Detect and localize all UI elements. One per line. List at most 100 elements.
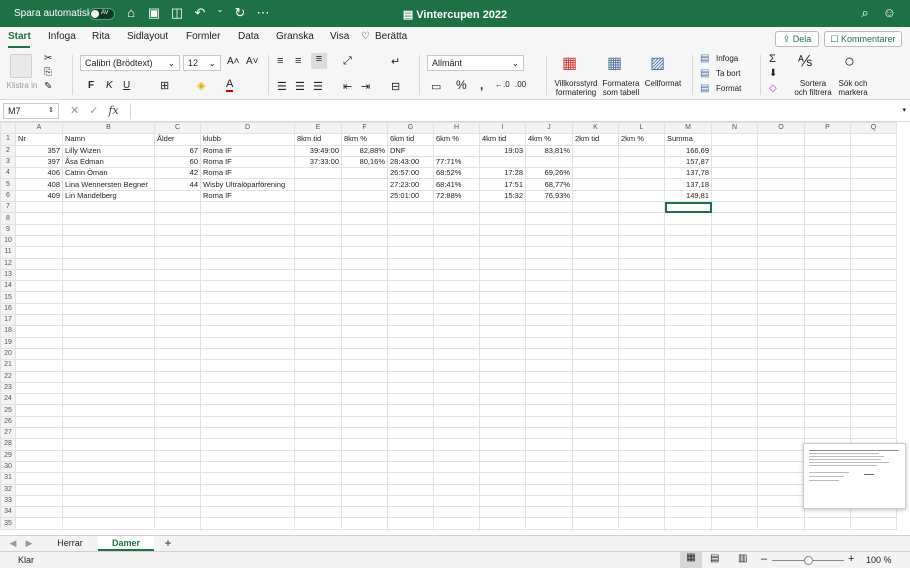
cell-h18[interactable] (433, 325, 480, 338)
cell-l5[interactable] (618, 178, 665, 191)
cell-c21[interactable] (154, 359, 201, 372)
cell-h25[interactable] (433, 404, 480, 417)
cell-l1[interactable]: 2km % (618, 133, 665, 146)
cell-a8[interactable] (15, 212, 63, 225)
cell-a17[interactable] (15, 314, 63, 327)
cell-d17[interactable] (200, 314, 295, 327)
function-icon[interactable]: fx (108, 104, 118, 117)
cell-q5[interactable] (850, 178, 897, 191)
comma-icon[interactable]: , (480, 78, 483, 92)
cell-q14[interactable] (850, 280, 897, 293)
cell-h8[interactable] (433, 212, 480, 225)
cell-n19[interactable] (711, 336, 758, 349)
cell-f10[interactable] (341, 234, 388, 248)
cell-e16[interactable] (294, 302, 342, 316)
cell-e32[interactable] (294, 483, 342, 496)
cell-h7[interactable] (433, 201, 480, 214)
align-middle-icon[interactable]: ≡ (295, 55, 301, 67)
cell-m22[interactable] (664, 370, 712, 383)
cell-d4[interactable]: Roma IF (200, 167, 295, 180)
row-header[interactable]: 1 (0, 133, 16, 146)
cell-b30[interactable] (62, 460, 155, 474)
cell-d9[interactable] (200, 223, 295, 236)
cut-icon[interactable]: ✂ (44, 53, 52, 64)
cell-l30[interactable] (618, 460, 665, 474)
cell-m25[interactable] (664, 404, 712, 417)
cell-c16[interactable] (154, 302, 201, 316)
cell-a10[interactable] (15, 234, 63, 248)
cell-d13[interactable] (200, 268, 295, 282)
cell-p7[interactable] (804, 201, 851, 214)
cell-l9[interactable] (618, 223, 665, 236)
format-cells-label[interactable]: Format (716, 84, 741, 93)
cell-k17[interactable] (572, 314, 619, 327)
cell-h5[interactable]: 68:41% (433, 178, 480, 191)
cell-p4[interactable] (804, 167, 851, 180)
cell-k2[interactable] (572, 144, 619, 157)
cell-j20[interactable] (525, 347, 573, 361)
cell-c27[interactable] (154, 427, 201, 440)
cell-o3[interactable] (757, 155, 805, 169)
cell-e7[interactable] (294, 201, 342, 214)
row-header[interactable]: 25 (0, 404, 16, 417)
cell-g27[interactable] (387, 427, 434, 440)
cell-g30[interactable] (387, 460, 434, 474)
cell-d14[interactable] (200, 280, 295, 293)
column-header-c[interactable]: C (154, 122, 201, 135)
cell-f17[interactable] (341, 314, 388, 327)
cell-f21[interactable] (341, 359, 388, 372)
cell-l29[interactable] (618, 449, 665, 462)
cell-c24[interactable] (154, 393, 201, 406)
column-header-m[interactable]: M (664, 122, 712, 135)
column-header-g[interactable]: G (387, 122, 434, 135)
cell-j6[interactable]: 76,93% (525, 189, 573, 203)
cell-i23[interactable] (479, 381, 526, 395)
cell-g33[interactable] (387, 494, 434, 508)
cell-b20[interactable] (62, 347, 155, 361)
cell-o25[interactable] (757, 404, 805, 417)
conditional-format-icon[interactable]: ▦ (562, 53, 577, 73)
underline-button[interactable]: U (123, 80, 130, 91)
row-header[interactable]: 30 (0, 460, 16, 474)
cell-h23[interactable] (433, 381, 480, 395)
cell-e25[interactable] (294, 404, 342, 417)
cell-n27[interactable] (711, 427, 758, 440)
cell-a11[interactable] (15, 246, 63, 259)
column-header-i[interactable]: I (479, 122, 526, 135)
cell-m1[interactable]: Summa (664, 133, 712, 146)
cell-h24[interactable] (433, 393, 480, 406)
cell-f32[interactable] (341, 483, 388, 496)
cell-c19[interactable] (154, 336, 201, 349)
row-header[interactable]: 29 (0, 449, 16, 462)
column-header-n[interactable]: N (711, 122, 758, 135)
cell-b27[interactable] (62, 427, 155, 440)
row-header[interactable]: 4 (0, 167, 16, 180)
cell-l22[interactable] (618, 370, 665, 383)
cell-c20[interactable] (154, 347, 201, 361)
cell-l11[interactable] (618, 246, 665, 259)
cell-l27[interactable] (618, 427, 665, 440)
cell-q3[interactable] (850, 155, 897, 169)
cell-f25[interactable] (341, 404, 388, 417)
cell-i16[interactable] (479, 302, 526, 316)
cell-h30[interactable] (433, 460, 480, 474)
cell-p3[interactable] (804, 155, 851, 169)
cell-d3[interactable]: Roma IF (200, 155, 295, 169)
cell-b8[interactable] (62, 212, 155, 225)
cell-g5[interactable]: 27:23:00 (387, 178, 434, 191)
search-icon[interactable]: ○ (844, 51, 855, 72)
cell-f33[interactable] (341, 494, 388, 508)
cell-b9[interactable] (62, 223, 155, 236)
cell-p13[interactable] (804, 268, 851, 282)
cell-g16[interactable] (387, 302, 434, 316)
cell-p8[interactable] (804, 212, 851, 225)
cell-q35[interactable] (850, 517, 897, 530)
cell-o19[interactable] (757, 336, 805, 349)
row-header[interactable]: 18 (0, 325, 16, 338)
cell-q8[interactable] (850, 212, 897, 225)
cell-l19[interactable] (618, 336, 665, 349)
cell-n11[interactable] (711, 246, 758, 259)
cell-f18[interactable] (341, 325, 388, 338)
cell-m4[interactable]: 137,78 (664, 167, 712, 180)
cell-b15[interactable] (62, 291, 155, 304)
